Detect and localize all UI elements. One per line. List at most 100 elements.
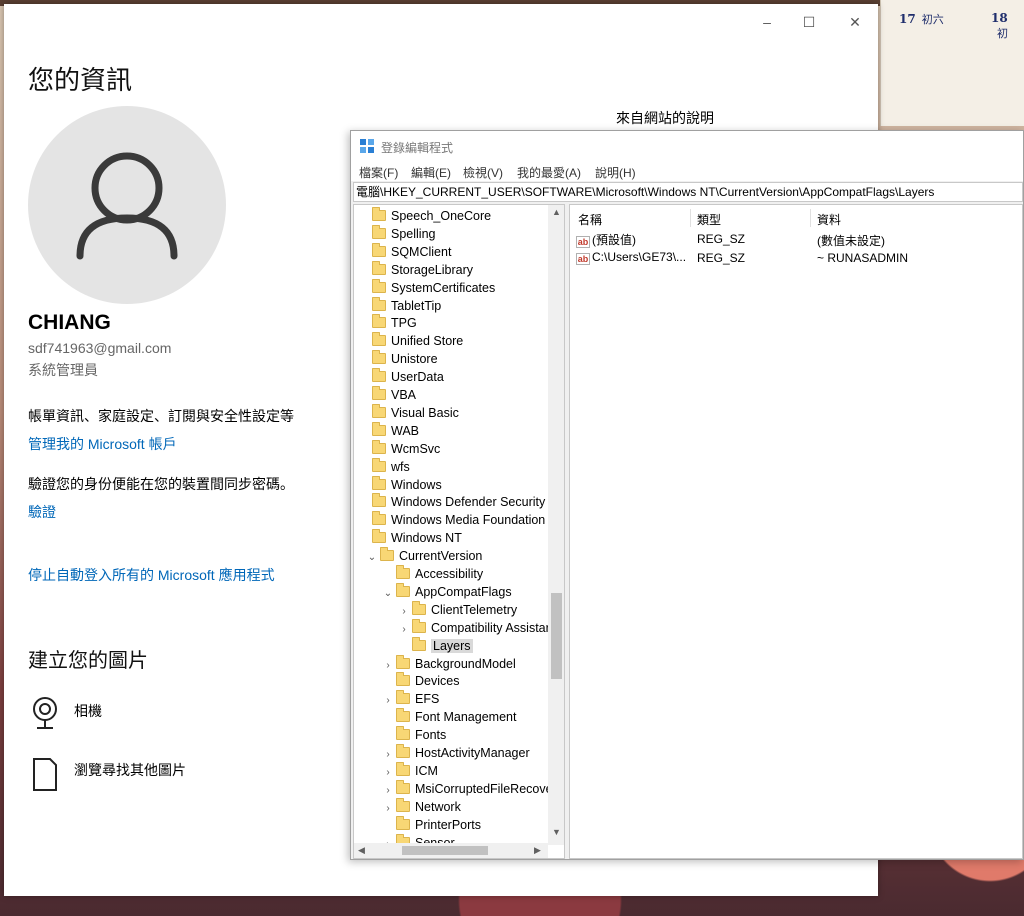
tree-item[interactable]: Unified Store [358, 332, 463, 350]
tree-item[interactable]: PrinterPorts [382, 815, 481, 834]
tree-item-label: Layers [431, 638, 473, 653]
folder-icon [396, 797, 410, 812]
column-header-type[interactable]: 類型 [697, 211, 721, 228]
menu-edit[interactable]: 編輯(E) [411, 164, 451, 181]
registry-tree-pane[interactable]: Speech_OneCore Spelling SQMClient StorageLi… [353, 204, 565, 859]
maximize-button[interactable]: ☐ [794, 12, 824, 32]
value-data: ~ RUNASADMIN [817, 251, 909, 265]
tree-item[interactable]: › ICM [382, 761, 438, 780]
folder-icon [412, 618, 426, 633]
minimize-button[interactable]: – [752, 12, 782, 32]
tree-item[interactable]: ⌄ CurrentVersion [366, 547, 482, 565]
tree-item-label: BackgroundModel [415, 656, 516, 671]
tree-item[interactable]: wfs [358, 457, 410, 476]
menu-favorites[interactable]: 我的最愛(A) [517, 164, 581, 181]
chevron-down-icon[interactable]: ⌄ [366, 549, 378, 567]
menu-help[interactable]: 說明(H) [595, 164, 636, 181]
tree-item[interactable]: StorageLibrary [358, 260, 473, 279]
tree-item[interactable]: UserData [358, 368, 444, 386]
tree-item[interactable]: › EFS [382, 690, 439, 708]
create-picture-title: 建立您的圖片 [28, 650, 148, 672]
tree-item-label: Accessibility [415, 567, 484, 581]
verify-description: 驗證您的身份便能在您的裝置間同步密碼。 [28, 476, 294, 492]
tree-item[interactable]: Speech_OneCore [358, 207, 491, 225]
tree-item[interactable]: Spelling [358, 224, 436, 243]
folder-icon [372, 296, 386, 311]
scroll-right-arrow-icon[interactable]: ▶ [534, 845, 541, 856]
folder-icon [380, 547, 394, 562]
calendar-day-cell: 18 初 [991, 11, 1024, 41]
menu-file[interactable]: 檔案(F) [359, 164, 398, 181]
tree-item[interactable]: Windows Defender Security Ce [358, 493, 564, 511]
tree-item-label: wfs [391, 459, 410, 474]
tree-item-label: CurrentVersion [399, 549, 483, 564]
calendar-day-number: 17 [899, 12, 916, 26]
folder-icon [372, 260, 386, 275]
stop-autologin-link[interactable]: 停止自動登入所有的 Microsoft 應用程式 [28, 565, 275, 585]
tree-item[interactable]: › BackgroundModel [382, 654, 516, 673]
tree-item[interactable]: Font Management [382, 708, 516, 726]
folder-icon [396, 815, 410, 830]
user-icon [76, 152, 178, 260]
tree-item[interactable]: VBA [358, 386, 416, 404]
tree-item-label: SystemCertificates [391, 280, 496, 295]
tree-item[interactable]: SystemCertificates [358, 278, 496, 297]
close-button[interactable]: ✕ [840, 12, 870, 32]
column-header-name[interactable]: 名稱 [578, 211, 602, 228]
tree-item[interactable]: Layers [398, 636, 473, 655]
tree-item[interactable]: Windows NT [358, 529, 462, 547]
tree-item[interactable]: WcmSvc [358, 439, 440, 458]
scroll-down-arrow-icon[interactable]: ▼ [552, 827, 561, 837]
folder-icon [372, 224, 386, 239]
regedit-title: 登錄編輯程式 [381, 141, 454, 155]
folder-icon [372, 493, 386, 508]
tree-item[interactable]: › MsiCorruptedFileRecove [382, 779, 553, 798]
tree-item[interactable]: Unistore [358, 350, 438, 368]
camera-option-label: 相機 [74, 703, 102, 719]
folder-icon [372, 332, 386, 347]
registry-values-pane[interactable]: 名稱 類型 資料 ab (預設值) REG_SZ (數值未設定) ab C:\Use… [569, 204, 1023, 859]
tree-item[interactable]: Windows [358, 475, 442, 494]
tree-item-label: EFS [415, 692, 440, 707]
tree-horizontal-scroll-thumb[interactable] [402, 846, 488, 855]
registry-address-bar[interactable]: 電腦\HKEY_CURRENT_USER\SOFTWARE\Microsoft\… [353, 182, 1023, 202]
folder-icon [372, 278, 386, 293]
calendar-lunar-date: 初六 [921, 13, 944, 26]
scroll-left-arrow-icon[interactable]: ◀ [358, 845, 365, 856]
tree-vertical-scrollbar[interactable]: ▲ ▼ [548, 205, 564, 845]
folder-icon [396, 582, 410, 597]
tree-item-label: Spelling [391, 226, 436, 241]
tree-item-label: ICM [415, 763, 438, 778]
user-email: sdf741963@gmail.com [28, 340, 172, 356]
verify-link[interactable]: 驗證 [28, 502, 56, 522]
tree-item-label: Unistore [391, 352, 438, 367]
folder-icon [372, 207, 386, 221]
tree-item[interactable]: SQMClient [358, 242, 451, 261]
folder-icon [372, 511, 386, 526]
tree-item[interactable]: WAB [358, 421, 419, 440]
tree-item[interactable]: TabletTip [358, 296, 441, 315]
scroll-up-arrow-icon[interactable]: ▲ [552, 207, 561, 217]
tree-item[interactable]: TPG [358, 314, 417, 332]
tree-horizontal-scrollbar[interactable]: ◀ ▶ [354, 843, 548, 858]
menu-view[interactable]: 檢視(V) [463, 164, 503, 181]
folder-icon [396, 565, 410, 579]
tree-item[interactable]: ⌄ AppCompatFlags [382, 582, 512, 603]
tree-item[interactable]: Windows Media Foundation [358, 511, 545, 529]
tree-item[interactable]: Fonts [382, 726, 446, 744]
tree-item[interactable]: Devices [382, 672, 459, 690]
manage-account-link[interactable]: 管理我的 Microsoft 帳戶 [28, 434, 177, 454]
tree-vertical-scroll-thumb[interactable] [551, 593, 562, 679]
value-name-cell: ab (預設值) [576, 231, 636, 248]
tree-item-label: Devices [415, 674, 460, 689]
column-header-data[interactable]: 資料 [817, 211, 841, 228]
string-value-icon: ab [576, 236, 590, 248]
help-from-web-header: 來自網站的說明 [616, 110, 714, 126]
tree-item[interactable]: › ClientTelemetry [398, 600, 517, 619]
tree-item[interactable]: › Network [382, 797, 461, 816]
tree-item[interactable]: › HostActivityManager [382, 744, 530, 762]
tree-item[interactable]: › Compatibility Assistar [398, 618, 550, 637]
tree-item[interactable]: Visual Basic [358, 403, 459, 422]
chevron-down-icon[interactable]: ⌄ [382, 585, 394, 603]
tree-item[interactable]: Accessibility [382, 565, 483, 583]
